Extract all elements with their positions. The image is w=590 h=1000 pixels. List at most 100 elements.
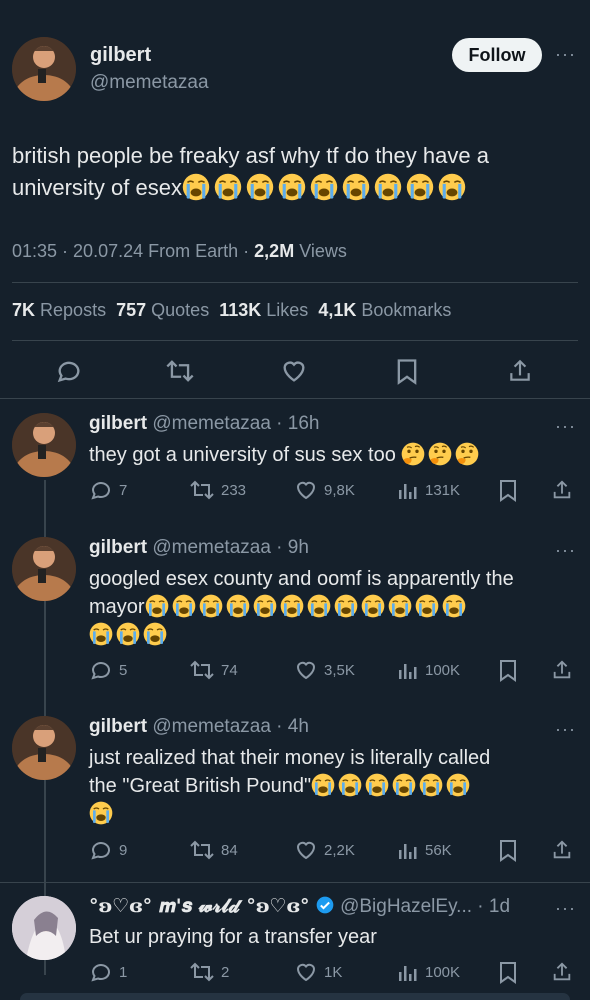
handle-time[interactable]: @memetazaa · 9h	[152, 537, 309, 558]
loudly-crying-face-icon	[392, 773, 416, 797]
author-handle[interactable]: @memetazaa	[90, 72, 209, 94]
views-count: 2,2M	[254, 241, 295, 261]
reply-text-body: they got a university of sus sex too	[89, 444, 396, 466]
thinking-face-icon	[456, 442, 479, 466]
views-count-button[interactable]: 100K	[397, 960, 460, 984]
verified-badge-icon	[315, 896, 335, 917]
more-options-icon[interactable]: ···	[555, 416, 576, 437]
thinking-face-icon	[429, 442, 452, 466]
bookmarks-stat[interactable]: 4,1K Bookmarks	[318, 300, 451, 320]
loudly-crying-face-icon	[311, 773, 473, 797]
bookmark-icon[interactable]	[497, 960, 519, 989]
loudly-crying-face-icon	[334, 594, 357, 618]
bookmark-icon[interactable]	[497, 478, 519, 507]
tweet-time: 01:35	[12, 241, 58, 261]
loudly-crying-face-icon	[199, 594, 222, 618]
reply-count-button[interactable]: 7	[89, 478, 127, 502]
follow-button[interactable]: Follow	[452, 38, 542, 72]
reply-count-button[interactable]: 9	[89, 838, 127, 862]
repost-count-button[interactable]: 84	[189, 838, 238, 862]
loudly-crying-face-icon	[143, 622, 167, 646]
views-count-button[interactable]: 131K	[397, 478, 460, 502]
handle-time[interactable]: @memetazaa · 4h	[152, 716, 309, 737]
bookmark-icon[interactable]	[394, 357, 420, 390]
share-icon[interactable]	[551, 960, 573, 989]
quotes-stat[interactable]: 757 Quotes	[116, 300, 209, 320]
like-count-button[interactable]: 2,2K	[294, 838, 355, 862]
loudly-crying-face-icon	[307, 594, 330, 618]
avatar[interactable]	[12, 896, 76, 960]
views-label: Views	[299, 241, 347, 261]
bookmark-icon[interactable]	[497, 838, 519, 867]
repost-count-button[interactable]: 233	[189, 478, 246, 502]
like-count-button[interactable]: 9,8K	[294, 478, 355, 502]
handle-time[interactable]: @memetazaa · 16h	[152, 413, 319, 434]
views-count-button[interactable]: 56K	[397, 838, 452, 862]
loudly-crying-face-icon	[278, 173, 306, 201]
more-options-icon[interactable]: ···	[555, 44, 576, 65]
loudly-crying-face-icon	[280, 594, 303, 618]
reply-header: °ʚ♡ɞ° 𝒎'𝒔 𝔀𝓻𝓵𝓭 °ʚ♡ɞ° @BigHazelEy... · 1d	[89, 895, 510, 918]
avatar[interactable]	[12, 37, 76, 101]
reply-text-line: googled esex county and oomf is apparent…	[89, 568, 514, 590]
divider	[0, 882, 590, 883]
avatar[interactable]	[12, 537, 76, 601]
tweet-stats: 7K Reposts 757 Quotes 113K Likes 4,1K Bo…	[12, 300, 451, 321]
share-icon[interactable]	[551, 838, 573, 867]
repost-icon[interactable]	[165, 357, 195, 390]
loudly-crying-face-icon	[438, 173, 466, 201]
loudly-crying-face-icon	[89, 622, 113, 646]
reply-count-button[interactable]: 1	[89, 960, 127, 984]
loudly-crying-face-icon	[226, 594, 249, 618]
author-name[interactable]: gilbert	[89, 537, 147, 558]
reply-icon[interactable]	[55, 357, 83, 390]
reply-text-line: just realized that their money is litera…	[89, 747, 491, 769]
reposts-stat[interactable]: 7K Reposts	[12, 300, 106, 320]
views-count-button[interactable]: 100K	[397, 658, 460, 682]
divider	[12, 340, 578, 341]
more-options-icon[interactable]: ···	[555, 719, 576, 740]
loudly-crying-face-icon	[89, 801, 113, 825]
loudly-crying-face-icon	[145, 594, 168, 618]
author-name[interactable]: gilbert	[89, 716, 147, 737]
author-name[interactable]: gilbert	[89, 413, 147, 434]
reply-text-line: mayor	[89, 596, 145, 618]
emoji-group	[182, 173, 470, 201]
loudly-crying-face-icon	[214, 173, 242, 201]
more-options-icon[interactable]: ···	[555, 540, 576, 561]
loudly-crying-face-icon	[253, 594, 276, 618]
tweet-meta: 01:35 · 20.07.24 From Earth · 2,2M Views	[12, 241, 347, 261]
loudly-crying-face-icon	[310, 173, 338, 201]
reply-actions: 1 2 1K 100K	[89, 960, 579, 988]
reply-text: Bet ur praying for a transfer year	[89, 923, 377, 951]
likes-stat[interactable]: 113K Likes	[219, 300, 308, 320]
loudly-crying-face-icon	[388, 594, 411, 618]
divider	[12, 282, 578, 283]
avatar[interactable]	[12, 413, 76, 477]
share-icon[interactable]	[507, 357, 533, 390]
like-count-button[interactable]: 1K	[294, 960, 342, 984]
loudly-crying-face-icon	[89, 622, 170, 646]
bookmark-icon[interactable]	[497, 658, 519, 687]
author-name[interactable]: °ʚ♡ɞ° 𝒎'𝒔 𝔀𝓻𝓵𝓭 °ʚ♡ɞ°	[89, 895, 310, 917]
like-icon[interactable]	[280, 357, 308, 390]
share-icon[interactable]	[551, 658, 573, 687]
loudly-crying-face-icon	[365, 773, 389, 797]
loudly-crying-face-icon	[342, 173, 370, 201]
more-options-icon[interactable]: ···	[555, 898, 576, 919]
author-name[interactable]: gilbert	[90, 44, 151, 67]
handle-time[interactable]: @BigHazelEy... · 1d	[340, 896, 510, 917]
like-count-button[interactable]: 3,5K	[294, 658, 355, 682]
reply-composer-bar[interactable]	[20, 993, 570, 1000]
reply-count-button[interactable]: 5	[89, 658, 127, 682]
avatar[interactable]	[12, 716, 76, 780]
loudly-crying-face-icon	[172, 594, 195, 618]
reply-text-body: Bet ur praying for a transfer year	[89, 926, 377, 948]
loudly-crying-face-icon	[145, 594, 469, 618]
share-icon[interactable]	[551, 478, 573, 507]
tweet-source: From Earth	[148, 241, 239, 261]
repost-count-button[interactable]: 2	[189, 960, 229, 984]
loudly-crying-face-icon	[89, 801, 116, 825]
reply-header: gilbert @memetazaa · 9h	[89, 537, 309, 559]
repost-count-button[interactable]: 74	[189, 658, 238, 682]
